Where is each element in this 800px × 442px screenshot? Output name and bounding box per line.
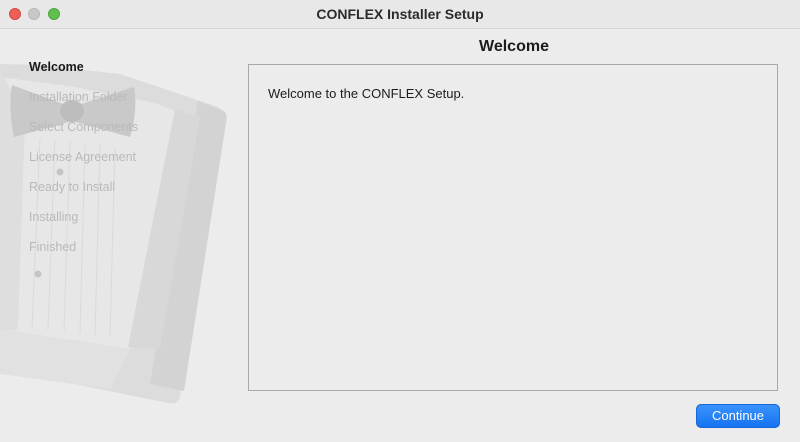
continue-button[interactable]: Continue xyxy=(696,404,780,428)
page-title: Welcome xyxy=(479,38,549,55)
content-panel: Welcome to the CONFLEX Setup. xyxy=(248,64,778,391)
installer-window: CONFLEX Installer Setup Welcome Installa… xyxy=(0,0,800,442)
step-license-agreement: License Agreement xyxy=(29,150,137,164)
step-select-components: Select Components xyxy=(29,120,139,134)
step-installing: Installing xyxy=(29,210,79,224)
step-welcome: Welcome xyxy=(29,60,84,74)
installer-steps-list: Welcome Installation Folder Select Compo… xyxy=(29,59,138,269)
step-installation-folder: Installation Folder xyxy=(29,90,128,104)
title-bar[interactable]: CONFLEX Installer Setup xyxy=(0,0,800,29)
step-ready-to-install: Ready to Install xyxy=(29,180,116,194)
welcome-message: Welcome to the CONFLEX Setup. xyxy=(268,86,465,101)
window-title: CONFLEX Installer Setup xyxy=(316,6,484,22)
step-finished: Finished xyxy=(29,240,77,254)
